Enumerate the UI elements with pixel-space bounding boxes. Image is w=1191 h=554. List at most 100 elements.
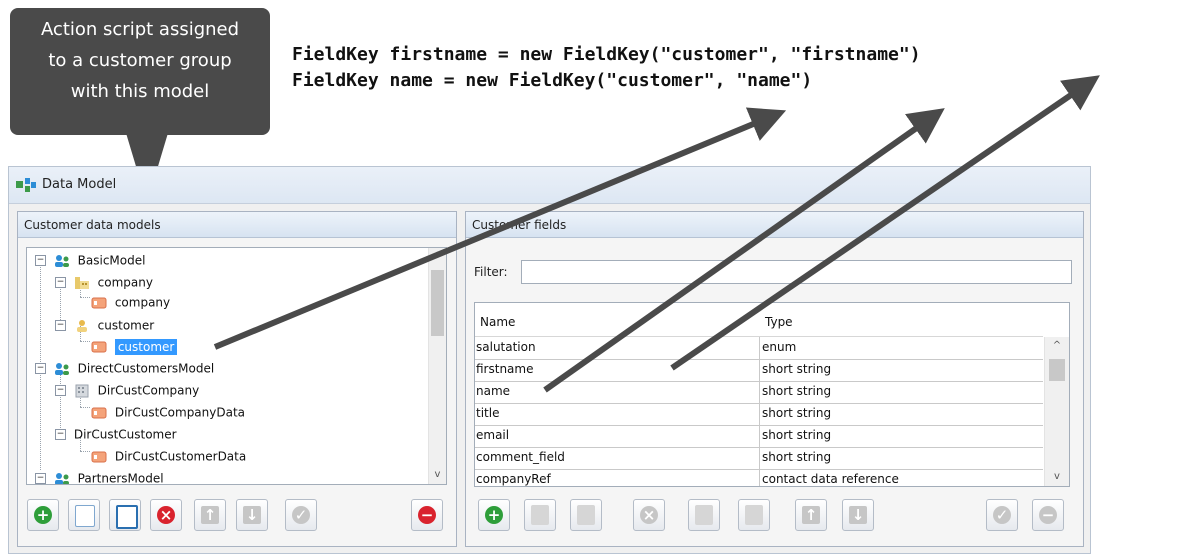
group-icon: [54, 472, 69, 484]
callout-box: Action script assigned to a customer gro…: [10, 8, 270, 135]
add-model-button[interactable]: +: [27, 499, 59, 531]
scroll-up-icon[interactable]: ^: [1045, 339, 1069, 353]
tree-node-label: company: [97, 275, 153, 290]
scroll-down-icon[interactable]: v: [429, 468, 446, 482]
table-row[interactable]: name short string: [475, 381, 1043, 404]
table-row[interactable]: firstname short string: [475, 359, 1043, 382]
tree-node-label: DirCustCompany: [97, 383, 200, 398]
cell-name: companyRef: [476, 472, 551, 486]
code-line-1: FieldKey firstname = new FieldKey("custo…: [292, 44, 921, 65]
move-down-button[interactable]: ↓: [236, 499, 268, 531]
edit-details-button[interactable]: [109, 499, 141, 531]
cell-type: enum: [762, 340, 797, 354]
filter-input[interactable]: [521, 260, 1072, 284]
building-icon: [74, 276, 89, 289]
callout-line-1: Action script assigned: [40, 19, 240, 40]
move-up-button[interactable]: ↑: [194, 499, 226, 531]
scrollbar-thumb[interactable]: [1049, 359, 1065, 381]
minus-icon: −: [1039, 506, 1057, 524]
collapse-toggle[interactable]: −: [55, 429, 66, 440]
edit-model-button[interactable]: [68, 499, 100, 531]
data-model-icon: [16, 178, 36, 192]
group-icon: [54, 254, 69, 267]
edit-list-icon: [116, 505, 138, 529]
collapse-toggle[interactable]: −: [35, 363, 46, 374]
close-icon: ×: [640, 506, 658, 524]
collapse-toggle[interactable]: −: [35, 255, 46, 266]
remove-field-button[interactable]: ×: [633, 499, 665, 531]
callout-line-2: to a customer group: [48, 50, 232, 71]
tree-node-directcustomersmodel[interactable]: − DirectCustomersModel: [35, 358, 214, 378]
tree-node-company[interactable]: − company: [55, 272, 153, 292]
tree-node-label: DirectCustomersModel: [77, 361, 215, 376]
table-header: Name Type: [475, 303, 1043, 337]
code-line-2: FieldKey name = new FieldKey("customer",…: [292, 70, 813, 91]
code-snippet: FieldKey firstname = new FieldKey("custo…: [292, 42, 921, 94]
cell-name: title: [476, 406, 500, 420]
table-row[interactable]: companyRef contact data reference: [475, 469, 1043, 486]
paste-field-button[interactable]: [738, 499, 770, 531]
collapse-toggle[interactable]: −: [55, 320, 66, 331]
tree-scrollbar[interactable]: ^ v: [428, 248, 446, 484]
minus-icon: −: [418, 506, 436, 524]
model-tree[interactable]: − BasicModel − company company − custome…: [26, 247, 447, 485]
tree-node-label: DirCustCompanyData: [114, 405, 246, 420]
table-scrollbar[interactable]: ^ v: [1044, 337, 1069, 486]
scrollbar-thumb[interactable]: [431, 270, 444, 336]
copy-icon: [695, 505, 713, 525]
delete-button[interactable]: −: [411, 499, 443, 531]
table-row[interactable]: title short string: [475, 403, 1043, 426]
delete-field-button[interactable]: −: [1032, 499, 1064, 531]
tree-node-dircustcustomerdata[interactable]: DirCustCustomerData: [91, 446, 246, 466]
filter-label: Filter:: [474, 265, 508, 279]
edit-field-details-button[interactable]: [570, 499, 602, 531]
move-field-up-button[interactable]: ↑: [795, 499, 827, 531]
tree-connector: [80, 341, 90, 342]
collapse-toggle[interactable]: −: [55, 277, 66, 288]
tree-node-customer[interactable]: − customer: [55, 315, 154, 335]
remove-model-button[interactable]: ×: [150, 499, 182, 531]
tree-connector: [80, 297, 90, 298]
scroll-down-icon[interactable]: v: [1045, 470, 1069, 484]
tree-node-dircustcustomer[interactable]: − DirCustCustomer: [55, 424, 177, 444]
cell-name: comment_field: [476, 450, 565, 464]
tree-node-partnersmodel[interactable]: − PartnersModel: [35, 468, 164, 484]
plus-icon: +: [485, 506, 503, 524]
cell-type: short string: [762, 406, 832, 420]
tree-node-label: customer: [97, 318, 155, 333]
scroll-up-icon[interactable]: ^: [429, 250, 446, 264]
arrow-up-icon: ↑: [201, 506, 219, 524]
tree-node-customer-data[interactable]: customer: [91, 336, 178, 356]
table-row[interactable]: email short string: [475, 425, 1043, 448]
tree-node-label-selected: customer: [114, 338, 178, 355]
tree-node-basicmodel[interactable]: − BasicModel: [35, 250, 145, 270]
column-header-type[interactable]: Type: [765, 315, 793, 329]
apply-field-button[interactable]: ✓: [986, 499, 1018, 531]
person-icon: [76, 319, 87, 332]
panel-header: Customer fields: [466, 212, 1083, 238]
column-header-name[interactable]: Name: [480, 315, 515, 329]
customer-fields-panel: Customer fields Filter: Name Type saluta…: [465, 211, 1084, 547]
check-icon: ✓: [993, 506, 1011, 524]
table-row[interactable]: comment_field short string: [475, 447, 1043, 470]
apply-button[interactable]: ✓: [285, 499, 317, 531]
tree-node-dircustcompanydata[interactable]: DirCustCompanyData: [91, 402, 245, 422]
table-row[interactable]: salutation enum: [475, 337, 1043, 360]
collapse-toggle[interactable]: −: [35, 473, 46, 484]
edit-document-icon: [531, 505, 549, 525]
cell-type: contact data reference: [762, 472, 899, 486]
move-field-down-button[interactable]: ↓: [842, 499, 874, 531]
cell-name: firstname: [476, 362, 534, 376]
tree-connector: [80, 451, 90, 452]
arrow-up-icon: ↑: [802, 506, 820, 524]
tree-node-label: BasicModel: [77, 253, 146, 268]
edit-field-button[interactable]: [524, 499, 556, 531]
building-icon: [75, 384, 89, 397]
cell-type: short string: [762, 450, 832, 464]
copy-field-button[interactable]: [688, 499, 720, 531]
collapse-toggle[interactable]: −: [55, 385, 66, 396]
tree-node-company-data[interactable]: company: [91, 292, 170, 312]
tree-node-dircustcompany[interactable]: − DirCustCompany: [55, 380, 199, 400]
add-field-button[interactable]: +: [478, 499, 510, 531]
paste-icon: [745, 505, 763, 525]
